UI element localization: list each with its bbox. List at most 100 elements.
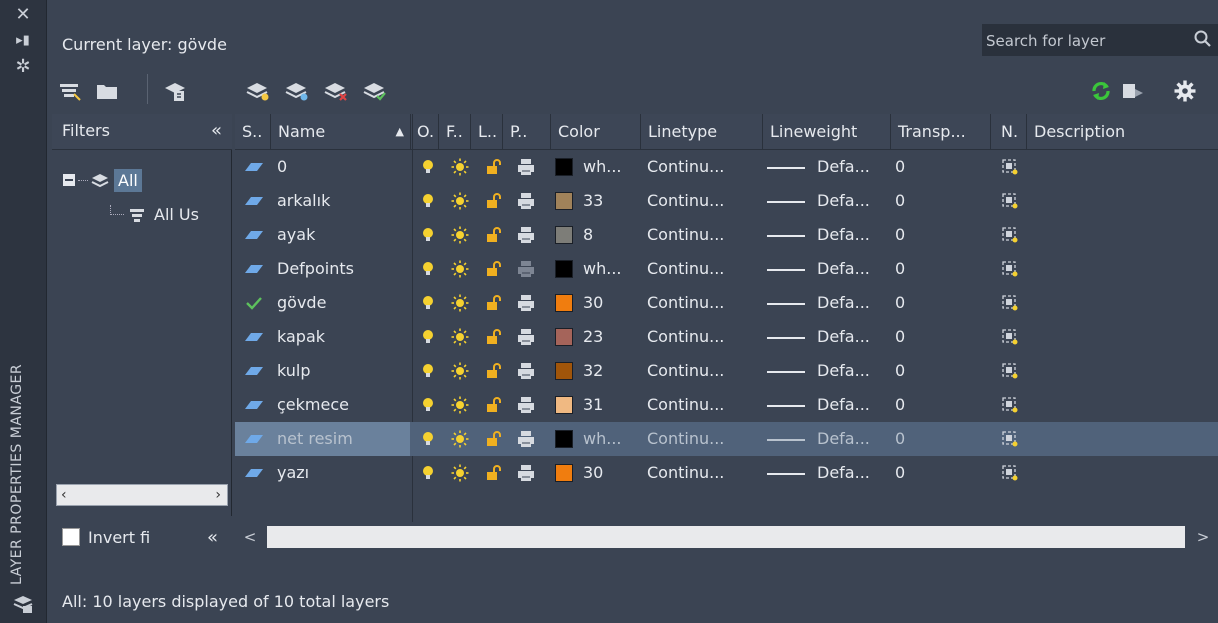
pin-icon[interactable]: ▸▮ [12,30,34,52]
unlocked-icon[interactable] [484,192,502,210]
color-name[interactable]: 23 [583,320,603,354]
col-freeze[interactable]: F.. [439,114,471,150]
printer-icon[interactable] [517,260,535,278]
linetype-value[interactable]: Continu... [647,320,724,354]
lineweight-value[interactable]: Defa... [817,150,870,184]
col-lineweight[interactable]: Lineweight [763,114,891,150]
unlocked-icon[interactable] [484,396,502,414]
sun-thawed-icon[interactable] [451,294,469,312]
linetype-value[interactable]: Continu... [647,218,724,252]
transparency-value[interactable]: 0 [895,456,905,490]
color-swatch[interactable] [555,328,573,346]
sun-thawed-icon[interactable] [451,192,469,210]
color-swatch[interactable] [555,260,573,278]
table-row[interactable]: kulp 32 Continu... Defa... 0 [235,354,1218,388]
gear-icon[interactable] [1170,76,1200,106]
sun-thawed-icon[interactable] [451,396,469,414]
unlocked-icon[interactable] [484,226,502,244]
scroll-left-icon[interactable]: ‹ [61,485,67,505]
color-swatch[interactable] [555,226,573,244]
lineweight-value[interactable]: Defa... [817,422,870,456]
delete-layer-icon[interactable] [321,76,351,106]
unlocked-icon[interactable] [484,328,502,346]
filter-all-used-label[interactable]: All Us [154,205,199,224]
search-input[interactable] [986,29,1182,53]
new-vp-freeze-icon[interactable] [1001,464,1019,482]
light-bulb-on-icon[interactable] [419,294,437,312]
lineweight-value[interactable]: Defa... [817,218,870,252]
lineweight-value[interactable]: Defa... [817,354,870,388]
table-row[interactable]: ayak 8 Continu... Defa... 0 [235,218,1218,252]
new-vp-freeze-icon[interactable] [1001,362,1019,380]
unlocked-icon[interactable] [484,362,502,380]
invert-filter-checkbox[interactable] [62,528,80,546]
transparency-value[interactable]: 0 [895,422,905,456]
sun-thawed-icon[interactable] [451,430,469,448]
close-icon[interactable]: ✕ [12,4,34,26]
printer-icon[interactable] [517,294,535,312]
lineweight-value[interactable]: Defa... [817,388,870,422]
new-vp-freeze-icon[interactable] [1001,158,1019,176]
table-row[interactable]: çekmece 31 Continu... Defa... 0 [235,388,1218,422]
color-name[interactable]: 31 [583,388,603,422]
transparency-value[interactable]: 0 [895,286,905,320]
color-swatch[interactable] [555,192,573,210]
linetype-value[interactable]: Continu... [647,388,724,422]
col-linetype[interactable]: Linetype [641,114,763,150]
transparency-value[interactable]: 0 [895,184,905,218]
transparency-value[interactable]: 0 [895,354,905,388]
col-lock[interactable]: L.. [471,114,503,150]
new-vp-freeze-icon[interactable] [1001,192,1019,210]
linetype-value[interactable]: Continu... [647,456,724,490]
color-name[interactable]: wh... [583,252,621,286]
color-name[interactable]: 30 [583,456,603,490]
tree-collapse-icon[interactable] [62,173,76,187]
scroll-left-icon[interactable]: < [239,526,261,548]
scroll-right-icon[interactable]: > [1192,526,1214,548]
sun-thawed-icon[interactable] [451,260,469,278]
printer-icon[interactable] [517,362,535,380]
unlocked-icon[interactable] [484,430,502,448]
light-bulb-on-icon[interactable] [419,430,437,448]
linetype-value[interactable]: Continu... [647,252,724,286]
filter-tree-all[interactable]: All [62,165,142,195]
light-bulb-on-icon[interactable] [419,328,437,346]
linetype-value[interactable]: Continu... [647,422,724,456]
table-row[interactable]: kapak 23 Continu... Defa... 0 [235,320,1218,354]
printer-icon[interactable] [517,158,535,176]
col-description[interactable]: Description [1027,114,1218,150]
unlocked-icon[interactable] [484,464,502,482]
sun-thawed-icon[interactable] [451,158,469,176]
color-swatch[interactable] [555,158,573,176]
lineweight-value[interactable]: Defa... [817,286,870,320]
collapse-filters-icon[interactable]: « [211,120,222,141]
sun-thawed-icon[interactable] [451,464,469,482]
table-row[interactable]: 0 wh... Continu... Defa... 0 [235,150,1218,184]
transparency-value[interactable]: 0 [895,218,905,252]
light-bulb-on-icon[interactable] [419,260,437,278]
light-bulb-on-icon[interactable] [419,396,437,414]
filters-scrollbar[interactable]: ‹ › [56,484,228,506]
light-bulb-on-icon[interactable] [419,362,437,380]
new-vp-freeze-icon[interactable] [1001,396,1019,414]
color-name[interactable]: wh... [583,422,621,456]
layer-settings-icon[interactable] [1118,76,1148,106]
new-layer-icon[interactable] [243,76,273,106]
collapse-filters-icon[interactable]: « [207,527,218,548]
linetype-value[interactable]: Continu... [647,354,724,388]
sun-thawed-icon[interactable] [451,226,469,244]
light-bulb-on-icon[interactable] [419,192,437,210]
new-vp-freeze-icon[interactable] [1001,226,1019,244]
scroll-thumb[interactable] [267,526,1185,548]
lineweight-value[interactable]: Defa... [817,184,870,218]
filter-tree-all-used[interactable]: All Us [110,205,232,224]
col-transparency[interactable]: Transp... [891,114,991,150]
scroll-right-icon[interactable]: › [215,485,221,505]
color-name[interactable]: 33 [583,184,603,218]
col-color[interactable]: Color [551,114,641,150]
color-name[interactable]: 30 [583,286,603,320]
unlocked-icon[interactable] [484,260,502,278]
col-new-vp-freeze[interactable]: N. [991,114,1027,150]
lineweight-value[interactable]: Defa... [817,320,870,354]
col-on[interactable]: O. [411,114,439,150]
